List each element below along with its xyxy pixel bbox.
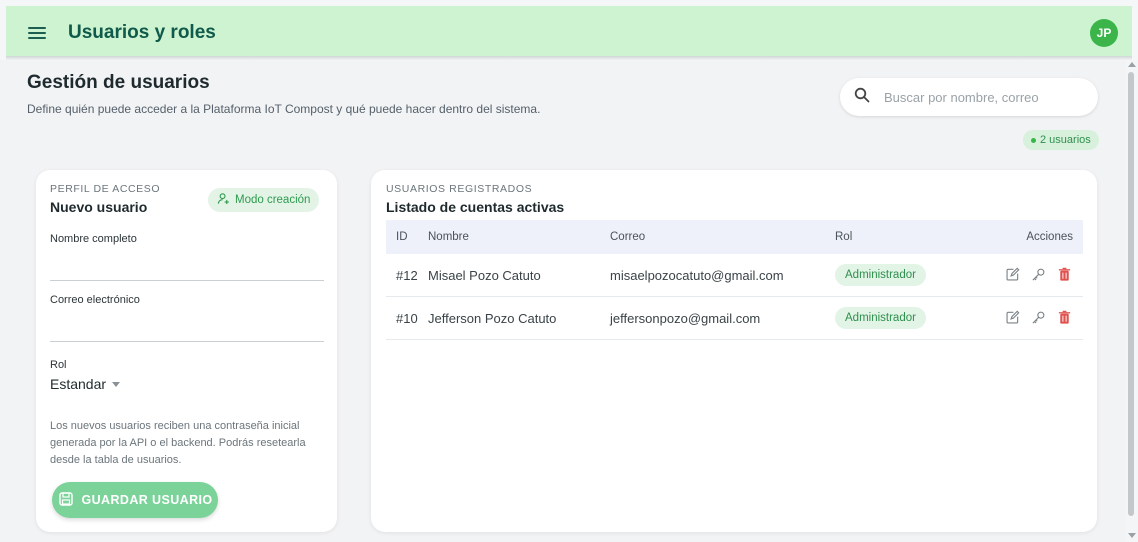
row-id: #10 <box>396 310 418 326</box>
trash-icon[interactable] <box>1057 267 1073 283</box>
users-title: Listado de cuentas activas <box>386 199 565 215</box>
mode-chip: Modo creación <box>208 188 320 212</box>
save-button-label: GUARDAR USUARIO <box>81 493 213 507</box>
avatar[interactable]: JP <box>1090 19 1118 47</box>
name-field[interactable] <box>50 256 324 278</box>
email-field-label: Correo electrónico <box>50 294 140 306</box>
row-email: jeffersonpozo@gmail.com <box>610 310 761 326</box>
row-actions <box>973 310 1083 326</box>
edit-icon[interactable] <box>1005 267 1021 283</box>
users-table: ID Nombre Correo Rol Acciones #12 Misael… <box>386 220 1083 340</box>
mode-chip-label: Modo creación <box>235 194 311 206</box>
table-row: #12 Misael Pozo Catuto misaelpozocatuto@… <box>386 254 1083 297</box>
user-count-label: 2 usuarios <box>1040 134 1091 146</box>
user-add-icon <box>217 192 230 208</box>
name-field-underline <box>50 280 324 281</box>
row-actions <box>973 267 1083 283</box>
key-icon[interactable] <box>1031 267 1047 283</box>
row-role-cell: Administrador <box>835 264 973 286</box>
row-email: misaelpozocatuto@gmail.com <box>610 267 784 283</box>
form-title: Nuevo usuario <box>50 199 148 215</box>
column-header-actions: Acciones <box>1026 231 1073 243</box>
save-icon <box>58 491 74 510</box>
top-app-bar: Usuarios y roles JP <box>0 0 1138 60</box>
role-select[interactable]: Estandar <box>50 376 121 392</box>
row-id: #12 <box>396 267 418 283</box>
row-name: Jefferson Pozo Catuto <box>428 310 557 326</box>
form-eyebrow: PERFIL DE ACCESO <box>50 183 161 195</box>
role-select-value: Estandar <box>50 376 107 392</box>
search-box[interactable] <box>840 78 1098 116</box>
scrollbar-thumb[interactable] <box>1128 72 1134 516</box>
save-user-button[interactable]: GUARDAR USUARIO <box>52 482 218 518</box>
name-field-label: Nombre completo <box>50 233 137 245</box>
chevron-down-icon <box>112 381 121 387</box>
row-role-cell: Administrador <box>835 307 973 329</box>
vertical-scrollbar[interactable] <box>1126 60 1138 542</box>
user-count-badge: 2 usuarios <box>1023 130 1099 150</box>
search-icon <box>854 87 870 108</box>
form-help-text: Los nuevos usuarios reciben una contrase… <box>50 420 306 466</box>
key-icon[interactable] <box>1031 310 1047 326</box>
column-header-id: ID <box>396 231 408 243</box>
column-header-role: Rol <box>835 231 853 243</box>
role-badge: Administrador <box>835 307 926 329</box>
email-field[interactable] <box>50 317 324 339</box>
page-title: Gestión de usuarios <box>27 72 210 93</box>
users-eyebrow: USUARIOS REGISTRADOS <box>386 183 533 195</box>
main-content: Gestión de usuarios Define quién puede a… <box>6 60 1126 542</box>
email-field-underline <box>50 341 324 342</box>
app-bar-title: Usuarios y roles <box>68 22 216 43</box>
row-name: Misael Pozo Catuto <box>428 267 541 283</box>
trash-icon[interactable] <box>1057 310 1073 326</box>
new-user-form-card: PERFIL DE ACCESO Nuevo usuario Modo crea… <box>36 170 337 532</box>
hamburger-icon[interactable] <box>26 25 48 41</box>
role-badge: Administrador <box>835 264 926 286</box>
table-header: ID Nombre Correo Rol Acciones <box>386 220 1083 254</box>
edit-icon[interactable] <box>1005 310 1021 326</box>
scroll-up-icon[interactable] <box>1128 62 1136 67</box>
table-row: #10 Jefferson Pozo Catuto jeffersonpozo@… <box>386 297 1083 340</box>
search-input[interactable] <box>884 89 1084 105</box>
users-table-card: USUARIOS REGISTRADOS Listado de cuentas … <box>371 170 1097 532</box>
role-label: Rol <box>50 359 67 371</box>
status-dot-icon <box>1031 137 1036 143</box>
page-subtitle: Define quién puede acceder a la Platafor… <box>27 102 541 116</box>
column-header-email: Correo <box>610 231 646 243</box>
scroll-down-icon[interactable] <box>1128 533 1136 538</box>
column-header-name: Nombre <box>428 231 469 243</box>
